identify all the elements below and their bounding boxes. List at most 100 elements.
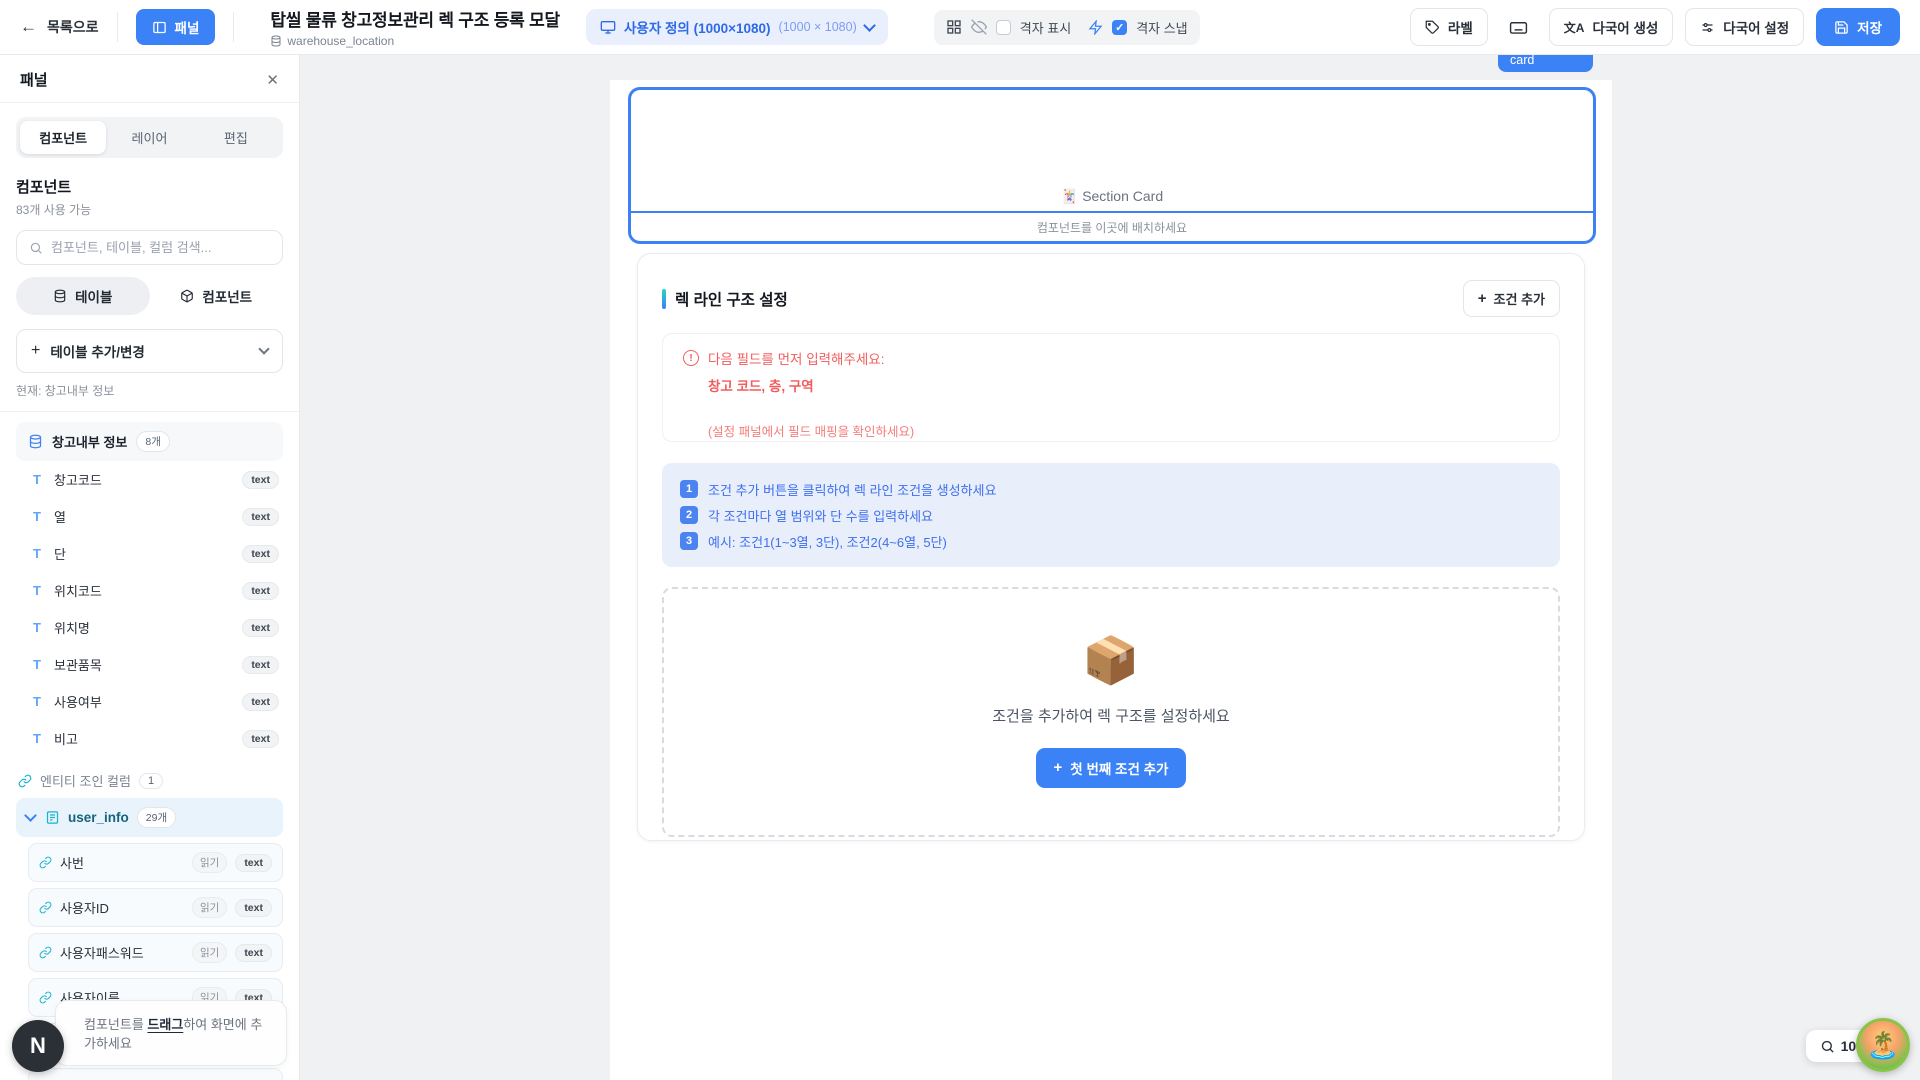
field-type-badge: text — [235, 944, 272, 962]
box-icon — [180, 289, 194, 303]
search-input[interactable] — [51, 240, 270, 255]
step-item: 1 조건 추가 버튼을 클릭하여 렉 라인 조건을 생성하세요 — [680, 476, 1542, 502]
save-button[interactable]: 저장 — [1816, 8, 1900, 46]
app-logo[interactable]: N — [12, 1020, 64, 1072]
label-button[interactable]: 라벨 — [1410, 8, 1488, 46]
list-item[interactable]: T 단 text — [16, 535, 283, 572]
selected-section-card[interactable]: v2-section-card 🃏 Section Card 컴포넌트를 이곳에… — [628, 87, 1596, 244]
list-item[interactable]: T 위치명 text — [16, 609, 283, 646]
table-group-count-badge: 8개 — [136, 431, 170, 452]
list-item[interactable]: 사용자패스워드 읽기 text — [28, 933, 283, 972]
database-icon — [53, 289, 67, 303]
add-condition-label: 조건 추가 — [1494, 289, 1545, 308]
rack-structure-card[interactable]: 렉 라인 구조 설정 + 조건 추가 ! 다음 필드를 먼저 입력해주세요: 창… — [637, 253, 1585, 841]
filter-tables-button[interactable]: 테이블 — [16, 277, 150, 315]
table-group-warehouse[interactable]: 창고내부 정보 8개 — [16, 422, 283, 461]
components-heading: 컴포넌트 — [16, 176, 283, 197]
i18n-generate-label: 다국어 생성 — [1592, 17, 1658, 37]
list-item[interactable]: 사번 읽기 text — [28, 843, 283, 882]
field-type-badge: text — [242, 693, 279, 711]
grid-snap-checkbox[interactable]: ✓ — [1112, 20, 1127, 35]
list-item-partial[interactable] — [28, 1068, 283, 1080]
section-dropzone[interactable]: 컴포넌트를 이곳에 배치하세요 — [631, 211, 1593, 241]
link-icon — [18, 774, 32, 788]
field-label: 보관품목 — [54, 655, 232, 674]
island-widget-button[interactable]: 🏝️ — [1856, 1018, 1910, 1072]
chevron-down-icon — [258, 343, 269, 354]
empty-state-text: 조건을 추가하여 렉 구조를 설정하세요 — [992, 705, 1229, 726]
component-search[interactable] — [16, 230, 283, 265]
grid-icon — [946, 19, 962, 35]
list-item[interactable]: T 비고 text — [16, 720, 283, 757]
component-panel: 패널 ✕ 컴포넌트 레이어 편집 컴포넌트 83개 사용 가능 테이블 — [0, 55, 300, 1080]
tab-layers[interactable]: 레이어 — [106, 121, 192, 154]
bound-table-name: warehouse_location — [287, 34, 394, 48]
panel-button-label: 패널 — [175, 17, 200, 37]
link-icon — [39, 991, 52, 1004]
alert-help-text: (설정 패널에서 필드 매핑을 확인하세요) — [708, 421, 1539, 440]
keyboard-shortcuts-button[interactable] — [1500, 10, 1537, 45]
divider — [0, 411, 299, 412]
chevron-down-icon — [863, 19, 876, 32]
field-type-badge: text — [242, 656, 279, 674]
database-icon — [270, 35, 282, 47]
add-table-dropdown[interactable]: + 테이블 추가/변경 — [16, 329, 283, 373]
plus-icon: + — [1478, 290, 1487, 307]
panel-toggle-button[interactable]: 패널 — [136, 9, 216, 45]
required-fields-alert: ! 다음 필드를 먼저 입력해주세요: 창고 코드, 층, 구역 (설정 패널에… — [662, 333, 1560, 442]
field-type-badge: text — [235, 899, 272, 917]
table-group-name: 창고내부 정보 — [52, 432, 127, 451]
viewport-size-dropdown[interactable]: 사용자 정의 (1000×1080) (1000 × 1080) — [586, 9, 888, 45]
field-label: 비고 — [54, 729, 232, 748]
list-item[interactable]: 사용자ID 읽기 text — [28, 888, 283, 927]
back-to-list-button[interactable]: ← 목록으로 — [20, 17, 99, 37]
i18n-generate-button[interactable]: 文A 다국어 생성 — [1549, 8, 1674, 46]
text-type-icon: T — [30, 657, 44, 672]
list-item[interactable]: T 보관품목 text — [16, 646, 283, 683]
design-canvas[interactable]: v2-section-card 🃏 Section Card 컴포넌트를 이곳에… — [300, 55, 1920, 1080]
tab-edit[interactable]: 편집 — [193, 121, 279, 154]
i18n-settings-button[interactable]: 다국어 설정 — [1685, 8, 1804, 46]
design-page[interactable]: v2-section-card 🃏 Section Card 컴포넌트를 이곳에… — [610, 80, 1612, 1080]
alert-text: 다음 필드를 먼저 입력해주세요: — [708, 348, 884, 368]
grid-show-checkbox[interactable] — [996, 20, 1011, 35]
i18n-settings-label: 다국어 설정 — [1723, 17, 1789, 37]
text-type-icon: T — [30, 509, 44, 524]
list-item[interactable]: T 사용여부 text — [16, 683, 283, 720]
field-type-badge: text — [242, 730, 279, 748]
filter-tables-label: 테이블 — [75, 286, 112, 306]
plus-icon: + — [1054, 759, 1063, 776]
page-title: 탑씰 물류 창고정보관리 렉 구조 등록 모달 — [270, 6, 560, 31]
field-label: 열 — [54, 507, 232, 526]
text-type-icon: T — [30, 583, 44, 598]
join-table-user-info[interactable]: user_info 29개 — [16, 798, 283, 837]
filter-components-button[interactable]: 컴포넌트 — [150, 277, 284, 315]
text-type-icon: T — [30, 731, 44, 746]
add-condition-button[interactable]: + 조건 추가 — [1463, 280, 1560, 317]
entity-join-count-badge: 1 — [139, 773, 163, 789]
link-icon — [39, 946, 52, 959]
field-label: 사용자ID — [60, 898, 184, 917]
list-item[interactable]: T 창고코드 text — [16, 461, 283, 498]
list-item[interactable]: T 위치코드 text — [16, 572, 283, 609]
step-number: 3 — [680, 532, 698, 550]
field-label: 사번 — [60, 853, 184, 872]
field-label: 창고코드 — [54, 470, 232, 489]
list-item[interactable]: T 열 text — [16, 498, 283, 535]
field-type-badge: text — [242, 508, 279, 526]
field-label: 단 — [54, 544, 232, 563]
step-text: 조건 추가 버튼을 클릭하여 렉 라인 조건을 생성하세요 — [708, 480, 996, 499]
close-icon[interactable]: ✕ — [266, 71, 279, 89]
step-number: 1 — [680, 480, 698, 498]
current-table-label: 현재: 창고내부 정보 — [16, 382, 283, 399]
section-card-title: Section Card — [1082, 188, 1163, 204]
tab-components[interactable]: 컴포넌트 — [20, 121, 106, 154]
add-first-condition-button[interactable]: + 첫 번째 조건 추가 — [1036, 748, 1187, 788]
sliders-icon — [1700, 20, 1715, 35]
field-type-badge: text — [242, 471, 279, 489]
divider — [233, 12, 234, 42]
filter-components-label: 컴포넌트 — [202, 286, 252, 306]
text-type-icon: T — [30, 694, 44, 709]
step-item: 2 각 조건마다 열 범위와 단 수를 입력하세요 — [680, 502, 1542, 528]
step-text: 예시: 조건1(1~3열, 3단), 조건2(4~6열, 5단) — [708, 532, 947, 551]
